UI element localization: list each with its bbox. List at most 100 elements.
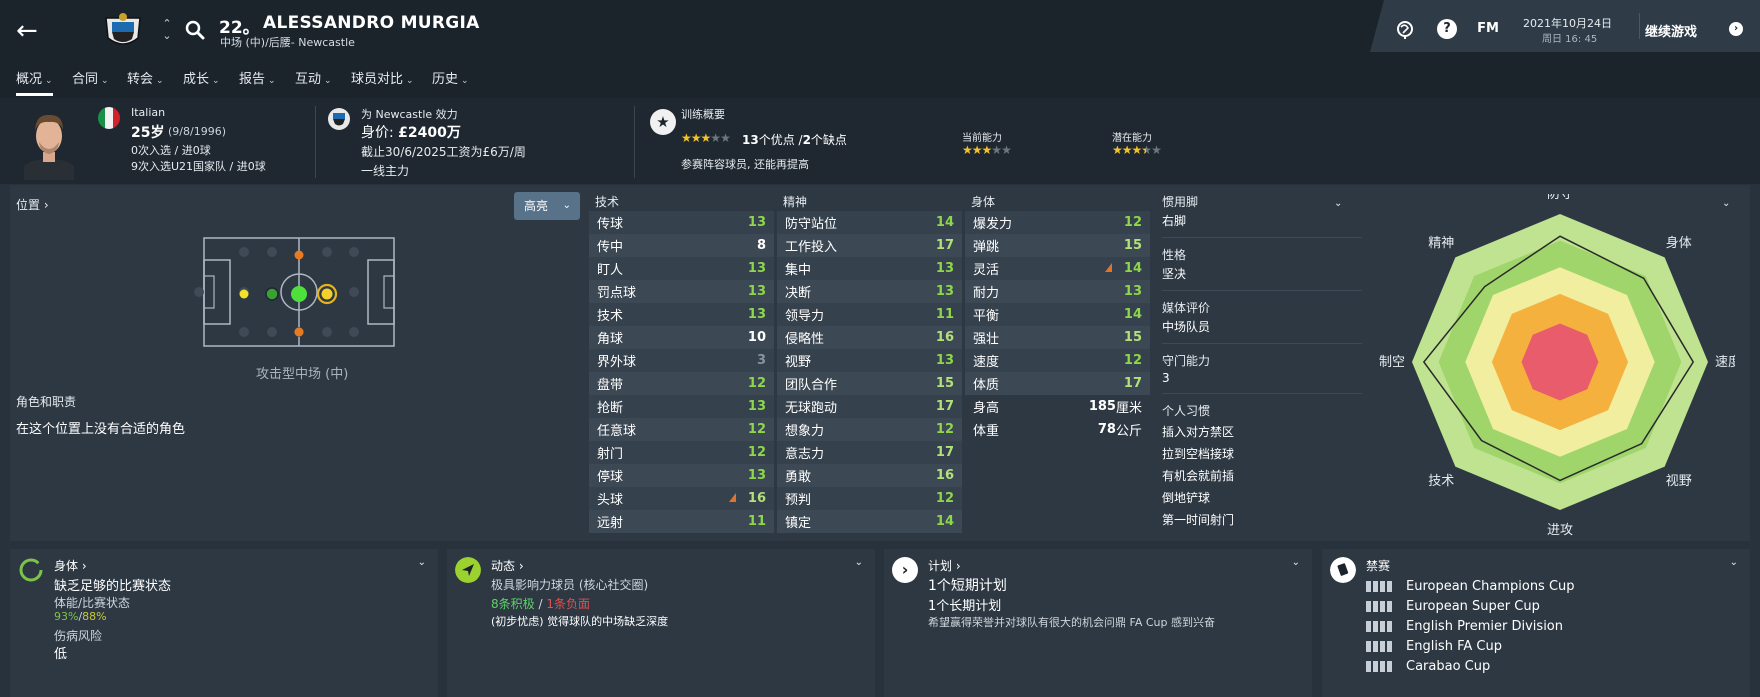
attribute-row[interactable]: 预判 12 bbox=[777, 487, 962, 510]
star-empty-icon: ★ bbox=[1151, 143, 1162, 157]
globe-icon[interactable] bbox=[1395, 19, 1415, 39]
attribute-value: 12 bbox=[747, 445, 766, 460]
goalkeeping-value: 3 bbox=[1162, 371, 1170, 385]
plans-chevron-icon[interactable]: ⌄ bbox=[1292, 557, 1300, 568]
star-full-icon: ★ bbox=[962, 143, 973, 157]
attribute-row[interactable]: 速度 12 bbox=[965, 349, 1150, 372]
attribute-row[interactable]: 传中 8 bbox=[589, 234, 774, 257]
attribute-row[interactable]: 想象力 12 bbox=[777, 418, 962, 441]
star-full-icon: ★ bbox=[1131, 143, 1143, 157]
attribute-row[interactable]: 体质 17 bbox=[965, 372, 1150, 395]
attribute-row[interactable]: 传球 13 bbox=[589, 211, 774, 234]
attribute-row[interactable]: 强壮 15 bbox=[965, 326, 1150, 349]
attribute-value: 12 bbox=[935, 422, 954, 437]
preferred-foot-label: 惯用脚 bbox=[1162, 195, 1199, 209]
attribute-name: 决断 bbox=[785, 286, 812, 301]
tab-development[interactable]: 成长 ⌄ bbox=[183, 68, 220, 87]
attribute-row[interactable]: 工作投入 17 bbox=[777, 234, 962, 257]
radar-chevron-icon[interactable]: ⌄ bbox=[1722, 198, 1730, 209]
attribute-row[interactable]: 耐力 13 bbox=[965, 280, 1150, 303]
traits-chevron-icon[interactable]: ⌄ bbox=[1334, 198, 1342, 209]
attribute-name: 弹跳 bbox=[973, 240, 1000, 255]
attribute-row[interactable]: 意志力 17 bbox=[777, 441, 962, 464]
tab-transfer[interactable]: 转会 ⌄ bbox=[127, 68, 164, 87]
attribute-row[interactable]: 技术 13 bbox=[589, 303, 774, 326]
dynamics-card-title[interactable]: 动态 › bbox=[491, 557, 524, 574]
attribute-row[interactable]: 镇定 14 bbox=[777, 510, 962, 533]
nationality: Italian bbox=[131, 106, 166, 119]
attribute-row[interactable]: 集中 13 bbox=[777, 257, 962, 280]
attribute-row[interactable]: 决断 13 bbox=[777, 280, 962, 303]
current-ability-label: 当前能力 bbox=[962, 133, 1002, 144]
attribute-row[interactable]: 视野 13 bbox=[777, 349, 962, 372]
attribute-row[interactable]: 抢断 13 bbox=[589, 395, 774, 418]
tab-interaction[interactable]: 互动 ⌄ bbox=[295, 68, 332, 87]
attribute-row[interactable]: 罚点球 13 bbox=[589, 280, 774, 303]
attribute-row[interactable]: 头球 16 bbox=[589, 487, 774, 510]
contract-info: 截止30/6/2025工资为£6万/周 bbox=[361, 145, 526, 159]
continue-game-button[interactable]: 继续游戏 bbox=[1645, 21, 1697, 40]
training-note: 参赛阵容球员, 还能再提高 bbox=[681, 158, 809, 171]
prev-next-player-arrows[interactable]: ⌃ ⌄ bbox=[160, 18, 174, 42]
star-full-icon: ★ bbox=[981, 143, 993, 157]
attribute-row[interactable]: 远射 11 bbox=[589, 510, 774, 533]
attribute-row[interactable]: 侵略性 16 bbox=[777, 326, 962, 349]
attribute-row[interactable]: 灵活 14 bbox=[965, 257, 1150, 280]
attribute-value: 13 bbox=[747, 215, 766, 230]
game-status-bar: ? FM 2021年10月24日 周日 16: 45 继续游戏 › bbox=[1370, 0, 1760, 52]
attribute-name: 盯人 bbox=[597, 263, 624, 278]
attribute-value: 17 bbox=[935, 238, 954, 253]
mental-attributes: 精神 防守站位 14 工作投入 17 集中 13 决断 13 领导力 11 侵略性 16 视野 13 团队合… bbox=[777, 193, 962, 533]
attribute-row[interactable]: 角球 10 bbox=[589, 326, 774, 349]
squad-status: 一线主力 bbox=[361, 164, 410, 178]
long-term-plans: 1个长期计划 bbox=[928, 599, 1002, 614]
position-section-title[interactable]: 位置 › bbox=[16, 196, 49, 213]
attribute-name: 预判 bbox=[785, 493, 812, 508]
attribute-name: 传球 bbox=[597, 217, 624, 232]
attribute-value: 17 bbox=[1123, 376, 1142, 391]
tab-overview[interactable]: 概况 ⌄ bbox=[16, 68, 53, 96]
help-icon[interactable]: ? bbox=[1437, 19, 1457, 39]
continue-arrow-icon[interactable]: › bbox=[1729, 22, 1743, 36]
radar-label: 技术 bbox=[1428, 474, 1454, 489]
game-time: 周日 16: 45 bbox=[1542, 34, 1598, 45]
short-term-plans: 1个短期计划 bbox=[928, 578, 1007, 594]
dynamics-chevron-icon[interactable]: ⌄ bbox=[855, 557, 863, 568]
attribute-name: 无球跑动 bbox=[785, 401, 838, 416]
attribute-row[interactable]: 爆发力 12 bbox=[965, 211, 1150, 234]
search-icon[interactable] bbox=[184, 19, 206, 41]
tab-history[interactable]: 历史 ⌄ bbox=[432, 68, 469, 87]
attribute-value: 13 bbox=[747, 399, 766, 414]
training-summary-title[interactable]: 训练概要 bbox=[681, 106, 725, 122]
physical-card-title[interactable]: 身体 › bbox=[54, 557, 87, 574]
bans-chevron-icon[interactable]: ⌄ bbox=[1730, 557, 1738, 568]
attribute-row[interactable]: 平衡 14 bbox=[965, 303, 1150, 326]
attribute-value: 13 bbox=[935, 261, 954, 276]
attribute-row[interactable]: 界外球 3 bbox=[589, 349, 774, 372]
physical-chevron-icon[interactable]: ⌄ bbox=[418, 557, 426, 568]
status-divider bbox=[1639, 13, 1640, 39]
attribute-row[interactable]: 弹跳 15 bbox=[965, 234, 1150, 257]
fm-logo-icon[interactable]: FM bbox=[1474, 19, 1502, 39]
attribute-row[interactable]: 任意球 12 bbox=[589, 418, 774, 441]
attribute-row[interactable]: 团队合作 15 bbox=[777, 372, 962, 395]
attribute-row[interactable]: 防守站位 14 bbox=[777, 211, 962, 234]
attribute-name: 速度 bbox=[973, 355, 1000, 370]
highlight-dropdown[interactable]: 高亮 ⌄ bbox=[514, 192, 580, 220]
attribute-row[interactable]: 盯人 13 bbox=[589, 257, 774, 280]
attribute-row[interactable]: 领导力 11 bbox=[777, 303, 962, 326]
attribute-row[interactable]: 停球 13 bbox=[589, 464, 774, 487]
ban-status-bars bbox=[1366, 600, 1394, 612]
attribute-row[interactable]: 盘带 12 bbox=[589, 372, 774, 395]
tab-reports[interactable]: 报告 ⌄ bbox=[239, 68, 276, 87]
tab-contract[interactable]: 合同 ⌄ bbox=[72, 68, 109, 87]
plans-card-title[interactable]: 计划 › bbox=[928, 557, 961, 574]
attribute-row[interactable]: 射门 12 bbox=[589, 441, 774, 464]
attribute-row[interactable]: 勇敢 16 bbox=[777, 464, 962, 487]
ban-status-bars bbox=[1366, 620, 1394, 632]
back-arrow-icon[interactable]: ← bbox=[16, 18, 44, 46]
radar-label: 身体 bbox=[1666, 235, 1692, 251]
attribute-row[interactable]: 无球跑动 17 bbox=[777, 395, 962, 418]
tab-player-compare[interactable]: 球员对比 ⌄ bbox=[351, 68, 414, 87]
player-position-club: 中场 (中)/后腰- Newcastle bbox=[220, 36, 355, 49]
